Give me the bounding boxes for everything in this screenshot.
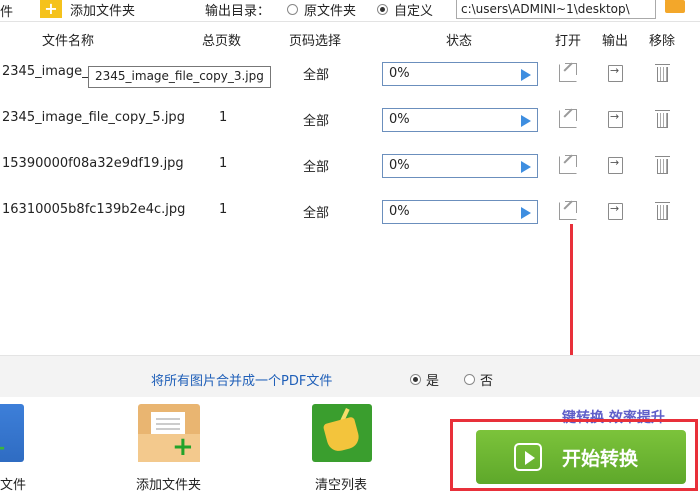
- open-icon[interactable]: [559, 63, 577, 82]
- open-icon[interactable]: [559, 155, 577, 174]
- page-count: 1: [219, 110, 228, 125]
- trash-icon[interactable]: [655, 156, 670, 174]
- radio-selected-icon: [410, 374, 421, 385]
- radio-source-folder[interactable]: 原文件夹: [287, 0, 357, 19]
- merge-option-bar: 将所有图片合并成一个PDF文件 是 否: [0, 355, 700, 397]
- start-convert-label: 开始转换: [562, 448, 639, 470]
- file-name: 2345_image_file_copy_5.jpg: [2, 110, 185, 125]
- file-table-header: 文件名称 总页数 页码选择 状态 打开 输出 移除: [0, 28, 700, 50]
- export-icon[interactable]: [608, 202, 623, 220]
- toolbar: 件 + 添加文件夹 输出目录： 原文件夹 自定义 c:\users\ADMINI…: [0, 0, 700, 22]
- export-icon[interactable]: [608, 156, 623, 174]
- file-name: 2345_image_: [2, 64, 89, 79]
- table-row[interactable]: 15390000f08a32e9df19.jpg 1 全部 0%: [0, 144, 700, 190]
- trash-icon[interactable]: [655, 202, 670, 220]
- table-row[interactable]: 2345_image_file_copy_5.jpg 1 全部 0%: [0, 98, 700, 144]
- add-file-icon[interactable]: +: [0, 404, 24, 462]
- merge-label: 将所有图片合并成一个PDF文件: [151, 374, 333, 389]
- trash-icon[interactable]: [655, 110, 670, 128]
- progress-text: 0%: [389, 204, 410, 219]
- plus-icon: +: [40, 0, 62, 18]
- page-count: 1: [219, 156, 228, 171]
- file-name: 16310005b8fc139b2e4c.jpg: [2, 202, 186, 217]
- add-folder-label: 添加文件夹: [70, 3, 136, 19]
- progress-text: 0%: [389, 112, 410, 127]
- col-pages: 总页数: [202, 34, 242, 49]
- progress-text: 0%: [389, 158, 410, 173]
- table-row[interactable]: 16310005b8fc139b2e4c.jpg 1 全部 0%: [0, 190, 700, 236]
- progress-bar: 0%: [382, 200, 538, 224]
- col-open: 打开: [555, 34, 582, 49]
- play-icon[interactable]: [521, 207, 531, 219]
- play-icon[interactable]: [521, 69, 531, 81]
- progress-text: 0%: [389, 66, 410, 81]
- page-count: 1: [219, 202, 228, 217]
- output-path-field[interactable]: c:\users\ADMINI~1\desktop\: [456, 0, 656, 19]
- page-range[interactable]: 全部: [303, 64, 329, 83]
- radio-icon: [464, 374, 475, 385]
- col-range: 页码选择: [289, 34, 342, 49]
- trash-icon[interactable]: [655, 64, 670, 82]
- start-convert-button[interactable]: 开始转换: [476, 430, 686, 484]
- export-icon[interactable]: [608, 64, 623, 82]
- progress-bar: 0%: [382, 108, 538, 132]
- col-status: 状态: [446, 34, 473, 49]
- play-icon: [514, 443, 542, 471]
- file-list: 2345_image_ 全部 0% 2345_image_file_copy_5…: [0, 50, 700, 355]
- play-icon[interactable]: [521, 115, 531, 127]
- export-icon[interactable]: [608, 110, 623, 128]
- filename-tooltip: 2345_image_file_copy_3.jpg: [88, 66, 271, 88]
- open-icon[interactable]: [559, 109, 577, 128]
- progress-bar: 0%: [382, 154, 538, 178]
- play-icon[interactable]: [521, 161, 531, 173]
- bottom-action-bar: + 文件 + 添加文件夹 清空列表 键转换 效率提升 开始转换: [0, 397, 700, 501]
- radio-custom-folder[interactable]: 自定义: [377, 0, 434, 19]
- clear-list-button-label[interactable]: 清空列表: [315, 474, 367, 493]
- page-range[interactable]: 全部: [303, 156, 329, 175]
- browse-folder-icon[interactable]: [665, 0, 685, 13]
- col-remove: 移除: [649, 34, 676, 49]
- add-folder-button[interactable]: + 添加文件夹: [40, 0, 136, 19]
- radio-source-label: 原文件夹: [304, 3, 357, 19]
- merge-yes-radio[interactable]: 是: [410, 370, 439, 389]
- col-export: 输出: [602, 34, 629, 49]
- merge-yes-label: 是: [426, 374, 440, 389]
- progress-bar: 0%: [382, 62, 538, 86]
- output-dir-label: 输出目录：: [205, 3, 271, 19]
- add-folder-icon[interactable]: +: [138, 404, 200, 462]
- radio-custom-label: 自定义: [394, 3, 434, 19]
- page-range[interactable]: 全部: [303, 110, 329, 129]
- add-file-button-label[interactable]: 文件: [0, 474, 26, 493]
- radio-icon: [287, 3, 298, 15]
- radio-selected-icon: [377, 3, 388, 15]
- merge-no-label: 否: [480, 374, 494, 389]
- merge-no-radio[interactable]: 否: [464, 370, 493, 389]
- add-folder-button-label[interactable]: 添加文件夹: [136, 474, 201, 493]
- col-name: 文件名称: [42, 34, 95, 49]
- add-file-label[interactable]: 件: [0, 1, 13, 20]
- open-icon[interactable]: [559, 201, 577, 220]
- file-name: 15390000f08a32e9df19.jpg: [2, 156, 184, 171]
- page-range[interactable]: 全部: [303, 202, 329, 221]
- clear-list-broom-icon[interactable]: [312, 404, 372, 462]
